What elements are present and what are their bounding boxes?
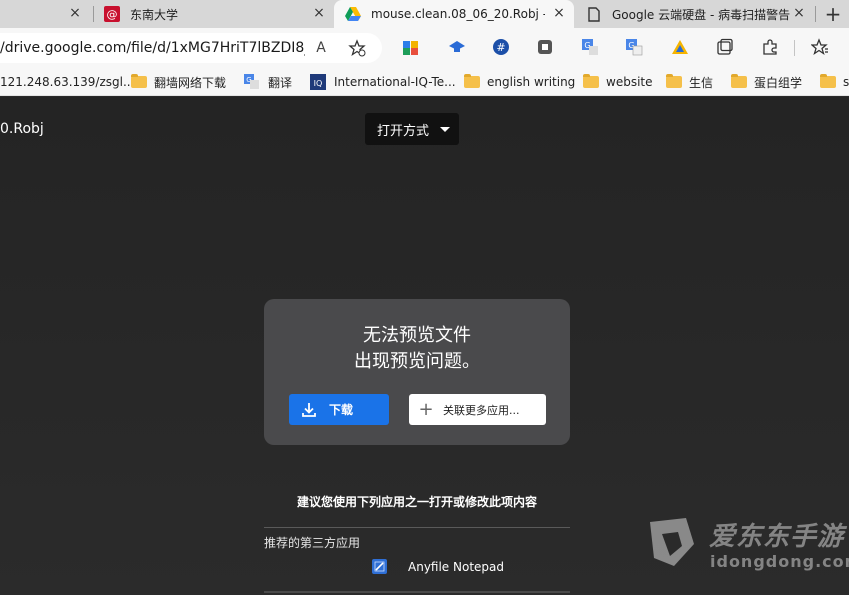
app-anyfile-notepad[interactable]: Anyfile Notepad	[372, 559, 504, 574]
extension-triangle-icon[interactable]	[670, 37, 690, 57]
tab-separator	[815, 6, 816, 22]
toolbar-separator	[794, 40, 795, 56]
tab-seu[interactable]: @ 东南大学 ×	[94, 0, 334, 28]
url-text[interactable]: /drive.google.com/file/d/1xMG7HriT7lBZDI…	[0, 40, 305, 56]
tab-previous[interactable]: ×	[0, 0, 92, 28]
bookmark-folder[interactable]: 生信	[666, 72, 713, 92]
bookmark-label: 生信	[689, 75, 714, 90]
tab-virus-warning[interactable]: Google 云端硬盘 - 病毒扫描警告 ×	[574, 0, 814, 28]
bookmark-item[interactable]: IQ International-IQ-Te...	[310, 72, 456, 92]
open-with-button[interactable]: 打开方式	[365, 113, 459, 145]
read-aloud-icon[interactable]: A	[312, 39, 330, 57]
favorites-icon[interactable]	[810, 37, 830, 57]
divider	[264, 591, 570, 593]
folder-icon	[583, 74, 599, 88]
preview-problem-text: 出现预览问题。	[354, 351, 480, 372]
folder-icon	[731, 74, 747, 88]
extension-graduation-icon[interactable]	[447, 37, 467, 57]
connect-more-apps-button[interactable]: + 关联更多应用...	[409, 394, 546, 425]
add-favorite-icon[interactable]	[348, 39, 366, 57]
folder-icon	[820, 74, 836, 88]
folder-icon	[464, 74, 480, 88]
bookmark-folder[interactable]: 蛋白组学	[731, 72, 802, 92]
bookmark-folder[interactable]: website	[583, 72, 653, 92]
translate-extension-icon[interactable]: G	[580, 37, 600, 57]
address-bar[interactable]: /drive.google.com/file/d/1xMG7HriT7lBZDI…	[0, 33, 382, 63]
watermark-url: idongdong.com	[710, 552, 849, 571]
bookmark-folder[interactable]: 翻墙网络下载	[131, 72, 226, 92]
bookmark-folder[interactable]: english writing	[464, 72, 575, 92]
plus-icon: +	[418, 399, 434, 420]
bookmark-label: 翻译	[268, 75, 293, 90]
close-tab-icon[interactable]: ×	[550, 4, 568, 22]
tab-mouse-robj[interactable]: mouse.clean.08_06_20.Robj - Go ×	[334, 0, 574, 28]
file-name: 0.Robj	[0, 121, 44, 137]
extension-hashtag-icon[interactable]: #	[491, 37, 511, 57]
watermark-logo: 爱东东手游 idongdong.com	[644, 512, 849, 582]
google-drive-icon	[345, 6, 361, 22]
open-with-label: 打开方式	[377, 123, 430, 139]
tab-title: 东南大学	[130, 7, 179, 22]
no-preview-title: 无法预览文件	[363, 325, 471, 346]
seu-favicon-icon: @	[104, 6, 120, 22]
bookmark-label: english writing	[487, 75, 576, 89]
bookmark-label: 121.248.63.139/zsgl...	[0, 75, 135, 89]
bookmark-label: website	[606, 75, 653, 89]
translate-page-icon[interactable]: G	[624, 37, 644, 57]
download-label: 下载	[329, 403, 354, 417]
download-icon	[289, 402, 329, 418]
watermark-title: 爱东东手游	[709, 522, 845, 552]
download-button[interactable]: 下载	[289, 394, 389, 425]
recommended-apps-label: 推荐的第三方应用	[264, 536, 361, 550]
close-tab-icon[interactable]: ×	[790, 4, 808, 22]
iq-icon: IQ	[310, 74, 326, 90]
tab-title: mouse.clean.08_06_20.Robj - Go	[371, 7, 545, 21]
tab-title: Google 云端硬盘 - 病毒扫描警告	[612, 7, 790, 22]
tab-strip: × @ 东南大学 × mouse.clean.08_06_20.Robj - G…	[0, 0, 849, 28]
caret-down-icon	[440, 127, 450, 132]
extension-copy-icon[interactable]	[535, 37, 555, 57]
connect-more-apps-label: 关联更多应用...	[443, 403, 520, 417]
bookmark-label: International-IQ-Te...	[334, 75, 456, 89]
svg-text:IQ: IQ	[314, 79, 323, 88]
app-name: Anyfile Notepad	[408, 559, 504, 574]
svg-text:#: #	[496, 41, 505, 54]
bookmark-item[interactable]: 121.248.63.139/zsgl...	[0, 72, 134, 92]
watermark-mark-icon	[650, 518, 694, 566]
anyfile-notepad-icon	[372, 559, 387, 574]
folder-icon	[131, 74, 147, 88]
extensions-puzzle-icon[interactable]	[760, 37, 780, 57]
bookmark-item[interactable]: G 翻译	[244, 72, 292, 92]
translate-icon: G	[244, 74, 260, 90]
new-tab-button[interactable]: +	[817, 0, 849, 28]
folder-icon	[666, 74, 682, 88]
bookmarks-bar: 121.248.63.139/zsgl... 翻墙网络下载 G 翻译 IQ In…	[0, 68, 849, 96]
extension-cube-icon[interactable]	[401, 37, 421, 57]
collections-icon[interactable]	[715, 37, 735, 57]
bookmark-label: 翻墙网络下载	[154, 75, 227, 90]
browser-toolbar: /drive.google.com/file/d/1xMG7HriT7lBZDI…	[0, 28, 849, 68]
divider	[264, 527, 570, 528]
page-icon	[586, 6, 602, 22]
preview-error-card: 无法预览文件 出现预览问题。 下载 + 关联更多应用...	[264, 299, 570, 445]
svg-text:@: @	[107, 8, 118, 21]
bookmark-folder[interactable]: s	[820, 72, 849, 92]
suggest-apps-text: 建议您使用下列应用之一打开或修改此项内容	[296, 495, 537, 509]
close-tab-icon[interactable]: ×	[66, 4, 84, 22]
bookmark-label: 蛋白组学	[754, 75, 803, 90]
bookmark-label: s	[843, 75, 849, 89]
close-tab-icon[interactable]: ×	[310, 4, 328, 22]
